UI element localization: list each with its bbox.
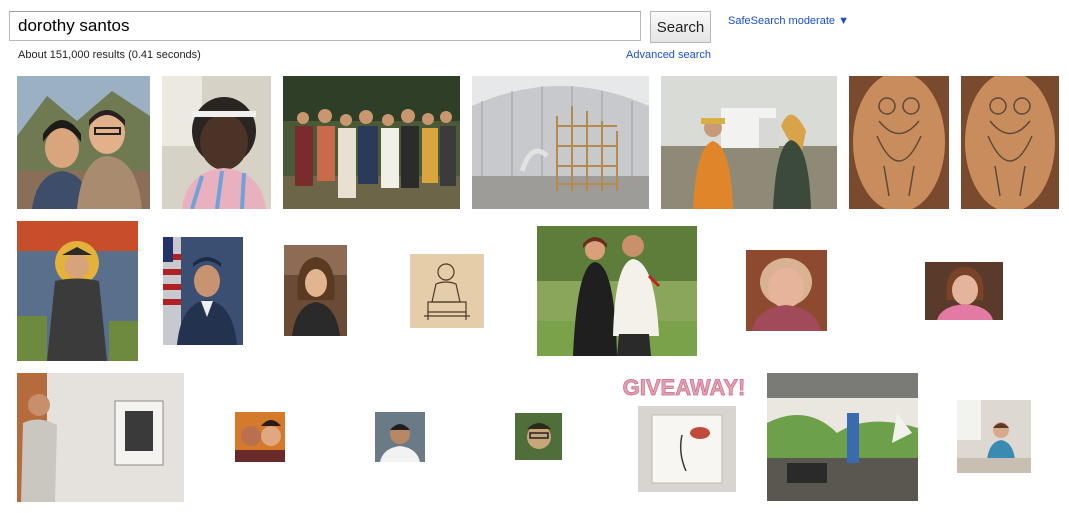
studio-interior-image [767,373,918,501]
family-group-image [283,76,460,209]
back-tattoo-2-image [961,76,1059,209]
results-stats: About 151,000 results (0.41 seconds) [18,49,201,61]
back-tattoo-1-image [849,76,949,209]
woman-portrait-image [284,245,347,336]
two-kids-image [235,412,285,462]
search-input[interactable] [9,11,641,41]
woman-at-desk-image [957,400,1031,473]
image-result-sketch-drawing[interactable] [410,254,484,328]
image-result-studio-interior[interactable] [767,373,918,501]
image-result-gallery-viewer[interactable] [17,373,184,502]
image-result-landfill-handshake[interactable] [661,76,837,209]
warehouse-scaffold-image [472,76,649,209]
image-result-girl-portrait[interactable] [925,262,1003,320]
giveaway-print-image: GIVEAWAY! [612,373,756,496]
military-portrait-image [163,237,243,345]
image-result-mosaic-saint[interactable] [17,221,138,361]
image-result-family-group[interactable] [283,76,460,209]
gallery-viewer-image [17,373,184,502]
image-result-elderly-woman[interactable] [746,250,827,331]
image-result-couple-selfie[interactable] [17,76,150,209]
couple-selfie-image [17,76,150,209]
image-result-man-headshot[interactable] [375,412,425,462]
safesearch-dropdown[interactable]: SafeSearch moderate ▼ [728,15,849,27]
elderly-woman-image [746,250,827,331]
image-result-woman-at-desk[interactable] [957,400,1031,473]
mosaic-saint-image [17,221,138,361]
image-result-child-with-bow[interactable] [162,76,271,209]
search-button[interactable]: Search [650,11,711,43]
image-result-green-portrait[interactable] [515,413,562,460]
image-result-couple-garden[interactable] [537,226,697,356]
girl-portrait-image [925,262,1003,320]
advanced-search-link[interactable]: Advanced search [626,49,711,61]
sketch-drawing-image [410,254,484,328]
landfill-handshake-image [661,76,837,209]
image-result-woman-portrait[interactable] [284,245,347,336]
child-with-bow-image [162,76,271,209]
image-result-warehouse-scaffold[interactable] [472,76,649,209]
image-result-two-kids[interactable] [235,412,285,462]
man-headshot-image [375,412,425,462]
image-result-back-tattoo-1[interactable] [849,76,949,209]
couple-garden-image [537,226,697,356]
image-result-military-portrait[interactable] [163,237,243,345]
green-portrait-image [515,413,562,460]
giveaway-text: GIVEAWAY! [623,375,746,400]
image-result-back-tattoo-2[interactable] [961,76,1059,209]
image-result-giveaway-print[interactable]: GIVEAWAY! [612,373,756,496]
